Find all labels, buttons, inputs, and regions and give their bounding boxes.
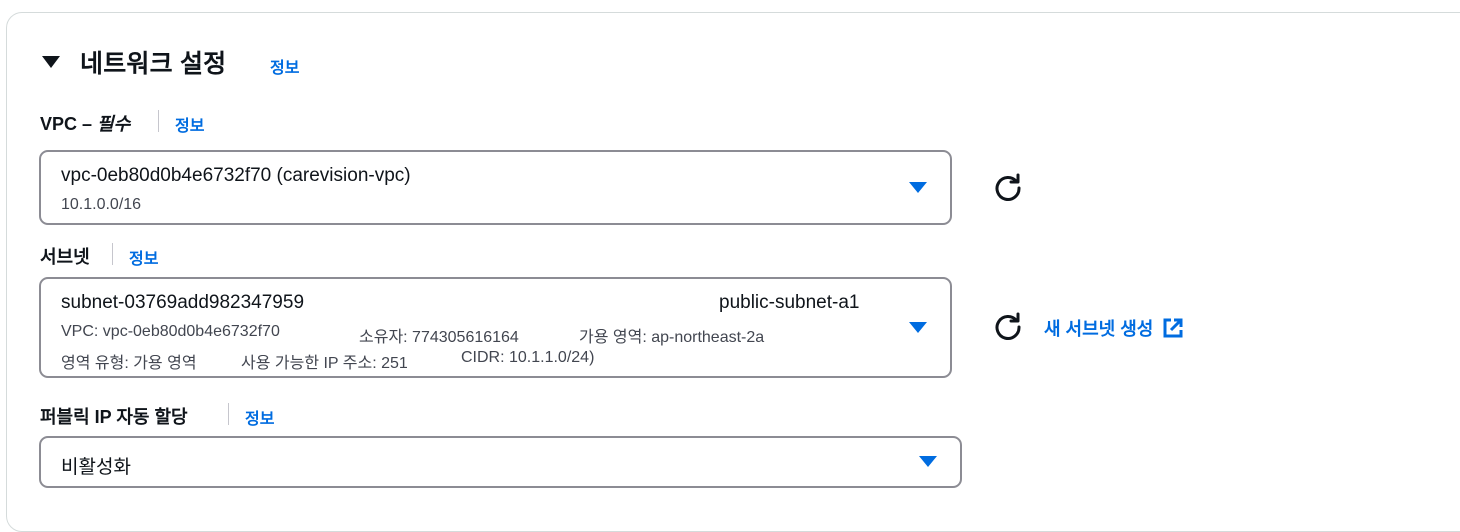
public-ip-select[interactable]: 비활성화 — [39, 436, 962, 488]
subnet-detail-cidr: CIDR: 10.1.1.0/24) — [461, 349, 595, 366]
subnet-select[interactable]: subnet-03769add982347959 public-subnet-a… — [39, 277, 952, 378]
vpc-select[interactable]: vpc-0eb80d0b4e6732f70 (carevision-vpc) 1… — [39, 150, 952, 225]
subnet-name: public-subnet-a1 — [719, 292, 860, 313]
subnet-label: 서브넷 — [40, 247, 90, 267]
subnet-id: subnet-03769add982347959 — [61, 292, 305, 313]
subnet-dropdown-arrow-icon — [909, 322, 927, 333]
subnet-detail-zone-type: 영역 유형: 가용 영역 — [61, 355, 197, 372]
external-link-icon — [1163, 318, 1183, 338]
public-ip-selected-value: 비활성화 — [61, 457, 131, 478]
vpc-required-text: 필수 — [97, 114, 131, 134]
public-ip-label: 퍼블릭 IP 자동 할당 — [40, 407, 188, 427]
subnet-detail-owner: 소유자: 774305616164 — [359, 329, 519, 346]
section-title[interactable]: 네트워크 설정 — [80, 44, 226, 80]
public-ip-dropdown-arrow-icon — [919, 456, 937, 467]
vpc-label-text: VPC — [40, 114, 78, 134]
subnet-refresh-icon[interactable] — [992, 311, 1024, 343]
create-subnet-link[interactable]: 새 서브넷 생성 — [1044, 315, 1184, 341]
vpc-dropdown-arrow-icon — [909, 182, 927, 193]
subnet-detail-vpc: VPC: vpc-0eb80d0b4e6732f70 — [61, 323, 280, 340]
public-ip-info-link[interactable]: 정보 — [245, 405, 274, 429]
subnet-detail-az: 가용 영역: ap-northeast-2a — [579, 329, 765, 346]
subnet-label-separator — [112, 243, 113, 265]
subnet-info-link[interactable]: 정보 — [129, 245, 158, 269]
vpc-label: VPC – 필수 — [40, 110, 130, 136]
subnet-detail-available-ips: 사용 가능한 IP 주소: 251 — [241, 355, 408, 372]
vpc-label-dash: – — [77, 114, 98, 134]
create-subnet-label: 새 서브넷 생성 — [1044, 319, 1154, 339]
section-info-link[interactable]: 정보 — [270, 54, 299, 78]
vpc-cidr: 10.1.0.0/16 — [61, 196, 142, 213]
vpc-refresh-icon[interactable] — [992, 172, 1024, 204]
vpc-label-separator — [158, 110, 159, 132]
public-ip-label-separator — [228, 403, 229, 425]
vpc-selected-value: vpc-0eb80d0b4e6732f70 (carevision-vpc) — [61, 165, 411, 186]
vpc-info-link[interactable]: 정보 — [175, 112, 204, 136]
collapse-caret-icon[interactable] — [42, 56, 60, 68]
